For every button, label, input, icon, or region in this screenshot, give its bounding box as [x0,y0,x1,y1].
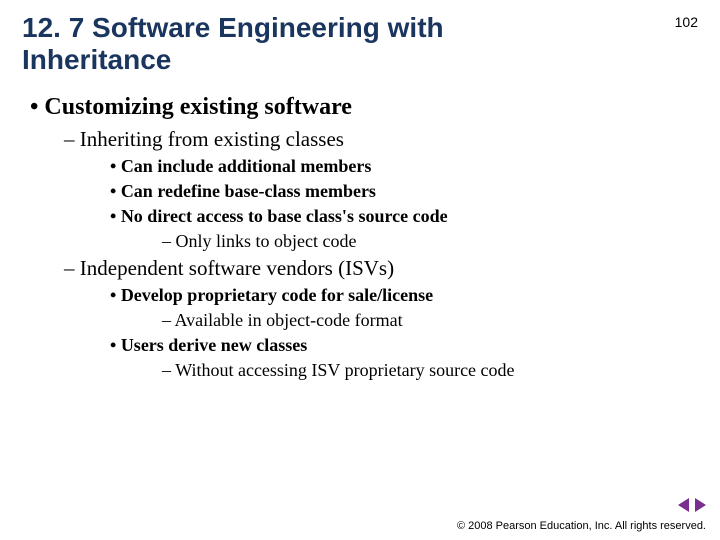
bullet-l4: Only links to object code [162,231,698,252]
footer-copyright: © 2008 Pearson Education, Inc. All right… [457,520,706,532]
page-number: 102 [675,14,698,30]
bullet-l4: Without accessing ISV proprietary source… [162,360,698,381]
bullet-l1: Customizing existing software [30,94,698,121]
bullet-l3: Develop proprietary code for sale/licens… [110,285,698,306]
nav-arrows [678,498,706,512]
slide: 12. 7 Software Engineering with Inherita… [0,0,720,540]
next-icon[interactable] [695,498,706,512]
header-row: 12. 7 Software Engineering with Inherita… [22,12,698,76]
bullet-l2: Inheriting from existing classes [64,127,698,152]
bullet-l2: Independent software vendors (ISVs) [64,256,698,281]
bullet-l4: Available in object-code format [162,310,698,331]
bullet-l3: Can include additional members [110,156,698,177]
bullet-l3: No direct access to base class's source … [110,206,698,227]
content: Customizing existing software Inheriting… [22,94,698,381]
bullet-l3: Can redefine base-class members [110,181,698,202]
prev-icon[interactable] [678,498,689,512]
bullet-l3: Users derive new classes [110,335,698,356]
slide-title: 12. 7 Software Engineering with Inherita… [22,12,542,76]
